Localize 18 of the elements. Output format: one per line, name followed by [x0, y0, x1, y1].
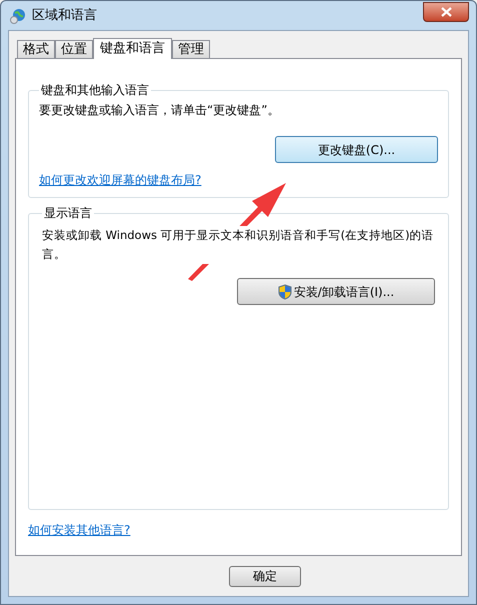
tab[interactable]: 键盘和语言 — [93, 38, 172, 59]
window-title: 区域和语言 — [32, 6, 97, 25]
group-title: 键盘和其他输入语言 — [40, 82, 150, 99]
close-button[interactable] — [423, 2, 469, 22]
globe-icon — [10, 8, 26, 24]
ok-button[interactable]: 确定 — [229, 566, 301, 586]
install-language-button[interactable]: 安装/卸载语言(I)... — [237, 278, 435, 305]
description-text: 安装或卸载 Windows 可用于显示文本和识别语音和手写(在支持地区)的语言。 — [42, 226, 435, 264]
tab[interactable]: 格式 — [17, 40, 55, 58]
shield-icon — [278, 284, 292, 300]
instruction-text: 要更改键盘或输入语言，请单击“更改键盘”。 — [39, 102, 280, 119]
change-keyboard-button[interactable]: 更改键盘(C)... — [275, 136, 438, 163]
tab[interactable]: 位置 — [55, 40, 93, 58]
group-title: 显示语言 — [43, 205, 93, 222]
help-link[interactable]: 如何更改欢迎屏幕的键盘布局? — [39, 171, 202, 189]
help-link[interactable]: 如何安装其他语言? — [28, 521, 130, 539]
tab[interactable]: 管理 — [172, 40, 210, 58]
close-icon — [440, 6, 452, 16]
